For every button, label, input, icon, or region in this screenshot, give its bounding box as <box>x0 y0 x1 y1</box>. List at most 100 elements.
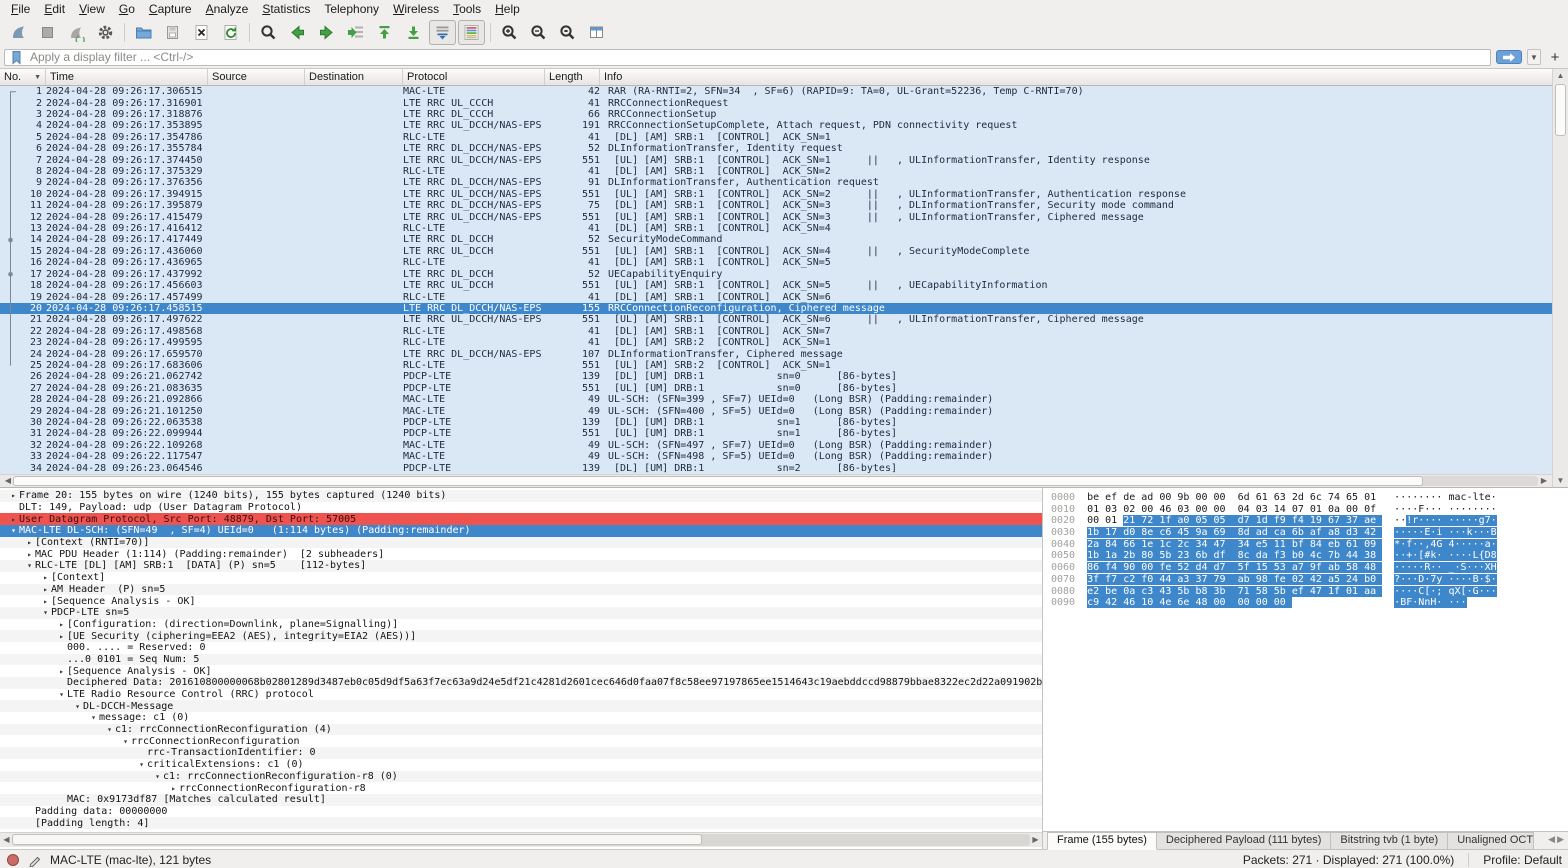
ascii-char[interactable]: · <box>1454 515 1461 527</box>
hex-byte[interactable]: 01 <box>1364 492 1382 503</box>
hex-byte[interactable]: 42 <box>1309 573 1328 585</box>
hex-byte[interactable]: aa <box>1364 585 1383 597</box>
menu-tools[interactable]: Tools <box>446 1 488 17</box>
detail-row[interactable]: ▸ [Sequence Analysis - OK] <box>0 665 1042 677</box>
detail-row[interactable]: ▸ Frame 20: 155 bytes on wire (1240 bits)… <box>0 490 1042 502</box>
expander-open-icon[interactable]: ▾ <box>136 759 147 770</box>
detail-row[interactable]: ▾ MAC-LTE DL-SCH: (SFN=49 , SF=4) UEId=0 … <box>0 525 1042 537</box>
hex-byte[interactable]: 02 <box>1123 504 1141 515</box>
hex-byte[interactable]: 6b <box>1291 527 1310 539</box>
packet-row[interactable]: 2 2024-04-28 09:26:17.316901 LTE RRC UL_CC… <box>0 97 1568 109</box>
hex-row[interactable]: 0030 1b 17 d0 8e c6 45 9a 69 8d ad ca 6b … <box>1051 527 1568 539</box>
detail-row[interactable]: MAC: 0x9173df87 [Matches calculated resu… <box>0 793 1042 806</box>
hex-byte[interactable]: 00 <box>1195 492 1213 503</box>
auto-scroll-button[interactable] <box>429 19 456 45</box>
packet-row[interactable]: 3 2024-04-28 09:26:17.318876 LTE RRC DL_CC… <box>0 108 1568 121</box>
hex-row[interactable]: 0040 2a 84 66 1e 1c 2c 34 47 34 e5 11 bf … <box>1051 538 1568 551</box>
scroll-right-arrow[interactable]: ▶ <box>1030 834 1041 846</box>
ascii-char[interactable]: X <box>1484 562 1491 574</box>
expander-open-icon[interactable]: ▾ <box>88 712 99 723</box>
hex-dump[interactable]: 0000 be ef de ad 00 9b 00 00 6d 61 63 2d … <box>1043 488 1568 831</box>
packet-row[interactable]: 27 2024-04-28 09:26:21.083635 PDCP-LTE 551 … <box>0 382 1568 394</box>
ascii-char[interactable]: · <box>1478 527 1485 539</box>
detail-row[interactable]: ▸ User Datagram Protocol, Src Port: 48879… <box>0 513 1042 526</box>
packet-row[interactable]: 19 2024-04-28 09:26:17.457499 RLC-LTE 41 [D… <box>0 291 1568 303</box>
expander-closed-icon[interactable]: ▸ <box>24 537 35 548</box>
packet-row[interactable]: 25 2024-04-28 09:26:17.683606 RLC-LTE 551 [… <box>0 359 1568 372</box>
ascii-char[interactable]: · <box>1490 573 1497 585</box>
hex-byte[interactable]: 11 <box>1273 538 1292 550</box>
detail-row[interactable]: ▾ c1: rrcConnectionReconfiguration-r8 (0) <box>0 770 1042 783</box>
expander-closed-icon[interactable]: ▸ <box>8 514 19 525</box>
menu-file[interactable]: File <box>4 1 37 17</box>
hex-byte[interactable]: 61 <box>1346 538 1365 550</box>
expander-closed-icon[interactable]: ▸ <box>40 596 51 607</box>
hex-byte[interactable]: 65 <box>1346 492 1364 503</box>
hex-byte[interactable]: f4 <box>1291 515 1310 527</box>
ascii-char[interactable]: · <box>1454 550 1461 562</box>
ascii-char[interactable]: g <box>1478 515 1485 527</box>
hex-byte[interactable]: 86 <box>1087 562 1106 574</box>
hex-byte[interactable]: 6e <box>1177 597 1196 609</box>
detail-row[interactable]: rrc-TransactionIdentifier: 0 <box>0 747 1042 759</box>
hex-byte[interactable]: 48 <box>1364 562 1383 574</box>
hex-byte[interactable]: 00 <box>1214 492 1238 503</box>
ascii-char[interactable]: H <box>1490 562 1497 574</box>
hex-byte[interactable]: ca <box>1273 527 1292 539</box>
ascii-char[interactable]: D <box>1484 550 1491 562</box>
hex-byte[interactable]: 2a <box>1087 538 1106 550</box>
detail-row[interactable]: ▸ AM Header (P) sn=5 <box>0 583 1042 596</box>
hex-byte[interactable]: df <box>1213 550 1238 562</box>
hex-byte[interactable]: 01 <box>1346 585 1365 597</box>
hex-byte[interactable]: 34 <box>1237 538 1256 550</box>
packet-row[interactable]: 5 2024-04-28 09:26:17.354786 RLC-LTE 41 [DL… <box>0 131 1568 144</box>
hex-byte[interactable]: 1f <box>1159 515 1178 527</box>
hex-byte[interactable]: 67 <box>1327 515 1346 527</box>
hex-byte[interactable]: 0a <box>1123 585 1142 597</box>
detail-row[interactable]: ▸ [UE Security (ciphering=EEA2 (AES), int… <box>0 630 1042 642</box>
hex-byte[interactable]: 6c <box>1310 492 1328 503</box>
hex-byte[interactable]: 5b <box>1159 550 1178 562</box>
ascii-char[interactable]: · <box>1478 538 1485 550</box>
hex-byte[interactable]: 37 <box>1346 515 1365 527</box>
hex-byte[interactable]: 14 <box>1274 504 1292 515</box>
menu-telephony[interactable]: Telephony <box>317 1 386 17</box>
packet-row[interactable]: 29 2024-04-28 09:26:21.101250 MAC-LTE 49 UL-… <box>0 405 1568 417</box>
hex-byte[interactable]: 8c <box>1237 550 1256 562</box>
ascii-char[interactable]: · <box>1454 573 1461 585</box>
zoom-original-button[interactable] <box>554 20 581 45</box>
ascii-char[interactable]: S <box>1460 562 1467 574</box>
packet-row[interactable]: 4 2024-04-28 09:26:17.353895 LTE RRC UL_DC… <box>0 120 1568 132</box>
display-filter-input[interactable]: Apply a display filter ... <Ctrl-/> <box>4 48 1491 66</box>
packet-row[interactable]: 22 2024-04-28 09:26:17.498568 RLC-LTE 41 [D… <box>0 325 1568 337</box>
packet-row[interactable]: 11 2024-04-28 09:26:17.395879 LTE RRC DL_D… <box>0 200 1568 212</box>
ascii-char[interactable]: · <box>1466 515 1473 527</box>
packet-row[interactable]: 24 2024-04-28 09:26:17.659570 LTE RRC DL_D… <box>0 348 1568 360</box>
expander-open-icon[interactable]: ▾ <box>56 689 67 700</box>
hex-byte[interactable]: 00 <box>1213 597 1238 609</box>
hex-byte[interactable]: ad <box>1255 527 1274 539</box>
column-header-source[interactable]: Source <box>208 69 305 85</box>
hex-byte[interactable]: 58 <box>1346 562 1365 574</box>
hex-byte[interactable]: ad <box>1141 492 1159 503</box>
ascii-char[interactable]: · <box>1491 492 1497 503</box>
expander-open-icon[interactable]: ▾ <box>40 607 51 618</box>
ascii-char[interactable]: · <box>1454 527 1461 539</box>
hex-byte[interactable]: b0 <box>1291 550 1310 562</box>
hex-row[interactable]: 0000 be ef de ad 00 9b 00 00 6d 61 63 2d … <box>1051 492 1568 504</box>
packet-row[interactable]: 12 2024-04-28 09:26:17.415479 LTE RRC UL_D… <box>0 211 1568 223</box>
hex-byte[interactable]: d0 <box>1123 527 1142 539</box>
ascii-char[interactable]: · <box>1466 573 1473 585</box>
hex-byte[interactable]: 84 <box>1309 538 1328 550</box>
ascii-char[interactable]: 7 <box>1484 515 1491 527</box>
profile-status[interactable]: Profile: Default <box>1483 853 1562 867</box>
hex-byte[interactable]: c3 <box>1141 585 1160 597</box>
start-capture-button[interactable] <box>5 20 32 45</box>
go-first-button[interactable] <box>371 20 398 45</box>
expander-open-icon[interactable]: ▾ <box>152 771 163 782</box>
hex-byte[interactable]: 04 <box>1238 504 1256 515</box>
packet-row[interactable]: 15 2024-04-28 09:26:17.436060 LTE RRC UL_D… <box>0 245 1568 258</box>
ascii-char[interactable]: · <box>1454 597 1461 609</box>
scroll-left-arrow[interactable]: ◀ <box>2 475 14 487</box>
hex-byte[interactable]: 45 <box>1177 527 1196 539</box>
